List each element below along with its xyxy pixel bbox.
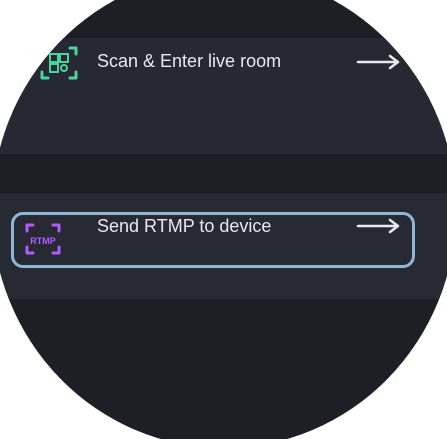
zoomed-lens: Scan & Enter live room RTMP Send RTMP to… (0, 0, 447, 439)
scan-enter-live-room-label: Scan & Enter live room (97, 51, 282, 71)
arrow-right-icon (356, 54, 400, 70)
rtmp-icon-text: RTMP (30, 236, 56, 246)
send-rtmp-to-device-label: Send RTMP to device (97, 216, 272, 236)
arrow-right-icon (356, 218, 400, 234)
screenshot-view: Scan & Enter live room RTMP Send RTMP to… (0, 0, 447, 439)
rtmp-icon: RTMP (25, 223, 61, 255)
qr-scan-icon (40, 46, 78, 80)
